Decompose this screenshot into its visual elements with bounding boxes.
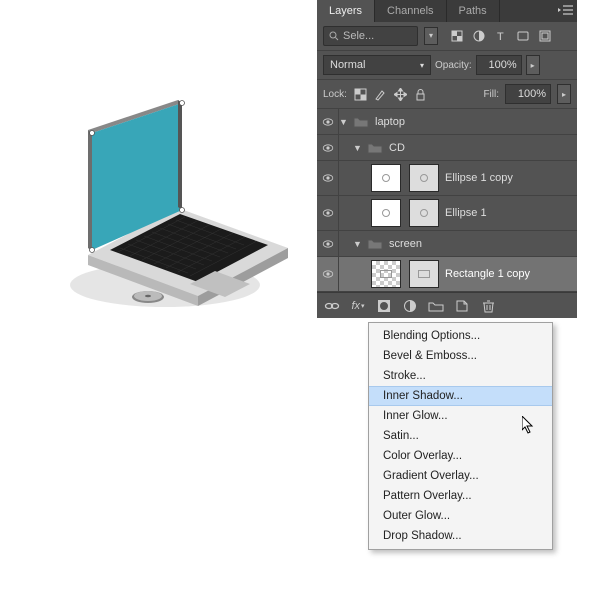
fx-context-menu: Blending Options...Bevel & Emboss...Stro… [368,322,553,550]
disclosure-triangle[interactable]: ▼ [353,239,363,249]
panel-tabs: Layers Channels Paths [317,0,577,22]
layer-row[interactable]: ▼ screen [317,231,577,257]
visibility-toggle[interactable] [317,135,339,160]
opacity-label: Opacity: [435,60,472,71]
layer-row[interactable]: Ellipse 1 copy [317,161,577,196]
svg-text:T: T [497,31,504,43]
blend-mode-select[interactable]: Normal ▾ [323,55,431,75]
tab-paths[interactable]: Paths [447,0,500,22]
filter-adjustment-icon[interactable] [470,27,488,45]
menu-item[interactable]: Gradient Overlay... [369,466,552,486]
tab-channels[interactable]: Channels [375,0,446,22]
mask-icon[interactable] [375,297,393,315]
layer-filter-select[interactable]: Sele... [323,26,418,46]
group-icon[interactable] [427,297,445,315]
fx-icon[interactable]: fx▾ [349,297,367,315]
vector-mask-thumbnail [409,199,439,227]
filter-dropdown[interactable]: ▾ [424,27,438,45]
mouse-cursor-icon [522,416,536,436]
visibility-toggle[interactable] [317,109,339,134]
opacity-dropdown[interactable]: ▸ [526,55,540,75]
layer-row[interactable]: ▼ CD [317,135,577,161]
vector-mask-thumbnail [409,260,439,288]
lock-all-icon[interactable] [413,86,429,102]
layer-name: screen [387,238,422,250]
canvas-area [0,0,320,593]
disclosure-triangle[interactable]: ▼ [339,117,349,127]
layer-row[interactable]: Rectangle 1 copy [317,257,577,292]
menu-item[interactable]: Blending Options... [369,326,552,346]
opacity-input[interactable]: 100% [476,55,522,75]
menu-item[interactable]: Inner Shadow... [369,386,552,406]
filter-shape-icon[interactable] [514,27,532,45]
visibility-toggle[interactable] [317,196,339,230]
menu-item[interactable]: Pattern Overlay... [369,486,552,506]
panel-menu-button[interactable] [558,4,574,18]
layer-thumbnail [371,260,401,288]
filter-type-icon[interactable]: T [492,27,510,45]
layer-name: Ellipse 1 [443,207,487,219]
disclosure-triangle[interactable]: ▼ [353,143,363,153]
vector-mask-thumbnail [409,164,439,192]
blend-row: Normal ▾ Opacity: 100% ▸ [317,51,577,80]
lock-pixels-icon[interactable] [373,86,389,102]
menu-item[interactable]: Drop Shadow... [369,526,552,546]
blend-mode-value: Normal [330,59,365,71]
trash-icon[interactable] [479,297,497,315]
menu-item[interactable]: Bevel & Emboss... [369,346,552,366]
filter-pixel-icon[interactable] [448,27,466,45]
layer-row[interactable]: Ellipse 1 [317,196,577,231]
filter-text: Sele... [343,30,374,42]
menu-item[interactable]: Outer Glow... [369,506,552,526]
lock-position-icon[interactable] [393,86,409,102]
lock-transparency-icon[interactable] [353,86,369,102]
layers-panel: Layers Channels Paths Sele... ▾ T Normal… [317,0,577,318]
menu-item[interactable]: Color Overlay... [369,446,552,466]
fill-dropdown[interactable]: ▸ [557,84,571,104]
lock-label: Lock: [323,89,347,100]
lock-row: Lock: Fill: 100% ▸ [317,80,577,109]
adjustment-icon[interactable] [401,297,419,315]
menu-item[interactable]: Stroke... [369,366,552,386]
fill-label: Fill: [483,89,499,100]
visibility-toggle[interactable] [317,231,339,256]
visibility-toggle[interactable] [317,257,339,291]
filter-smart-icon[interactable] [536,27,554,45]
layer-thumbnail [371,164,401,192]
link-icon[interactable] [323,297,341,315]
search-icon [329,31,339,41]
panel-footer: fx▾ [317,292,577,318]
filter-row: Sele... ▾ T [317,22,577,51]
layer-thumbnail [371,199,401,227]
tab-layers[interactable]: Layers [317,0,375,22]
layer-name: CD [387,142,405,154]
fill-input[interactable]: 100% [505,84,551,104]
layer-list: ▼ laptop ▼ CD Ellipse 1 copy Ellipse 1 ▼ screen… [317,109,577,292]
layer-name: laptop [373,116,405,128]
layer-name: Ellipse 1 copy [443,172,513,184]
layer-row[interactable]: ▼ laptop [317,109,577,135]
laptop-illustration [70,100,300,330]
new-layer-icon[interactable] [453,297,471,315]
layer-name: Rectangle 1 copy [443,268,530,280]
visibility-toggle[interactable] [317,161,339,195]
